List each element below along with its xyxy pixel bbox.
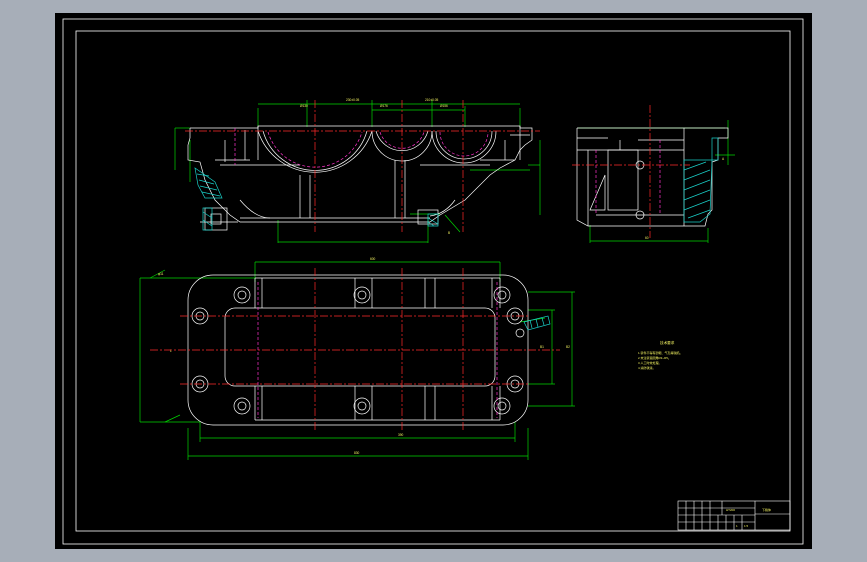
drawing-canvas: 230±0.05 210±0.05 Ø176 Ø156 Ø130 φ11 L B…: [62, 18, 804, 545]
dim-plan-5: 830: [354, 451, 360, 455]
dim-top-4: Ø156: [440, 104, 448, 108]
dim-top-2: 210±0.05: [425, 98, 438, 102]
tech-req-line-4: 4.涂防锈漆。: [638, 365, 656, 370]
title-block-sheet: 1: [736, 524, 738, 528]
title-block-material: HT200: [726, 508, 735, 512]
side-view: [572, 105, 735, 243]
dim-plan-4: B2: [566, 345, 570, 349]
front-view: [174, 100, 541, 243]
plan-view: [139, 261, 575, 460]
dim-top-3: Ø176: [380, 104, 388, 108]
title-block-scale: 1:5: [744, 524, 749, 528]
tech-req-title: 技术要求: [660, 340, 675, 345]
dim-side-2: B: [448, 231, 450, 235]
cad-viewport[interactable]: 230±0.05 210±0.05 Ø176 Ø156 Ø130 φ11 L B…: [0, 0, 867, 562]
dim-side-3: 60: [645, 236, 649, 240]
tech-req-line-3: 3.人工时效处理。: [638, 360, 662, 365]
title-block-name: 下箱体: [762, 507, 771, 512]
tech-req-line-1: 1.铸件不得有砂眼、气孔等缺陷。: [638, 350, 683, 355]
title-block: [677, 500, 791, 531]
dim-plan-1: φ11: [158, 272, 164, 276]
dim-top-1: 230±0.05: [346, 98, 359, 102]
dim-plan-2: L: [170, 349, 172, 353]
dim-plan-6: 390: [398, 433, 404, 437]
tech-req-line-2: 2.未注铸造圆角R3~R5。: [638, 355, 671, 360]
dim-plan-7: 600: [370, 257, 376, 261]
dim-top-5: Ø130: [300, 104, 308, 108]
dim-plan-3: B1: [540, 345, 544, 349]
dim-side-1: A: [722, 157, 725, 161]
